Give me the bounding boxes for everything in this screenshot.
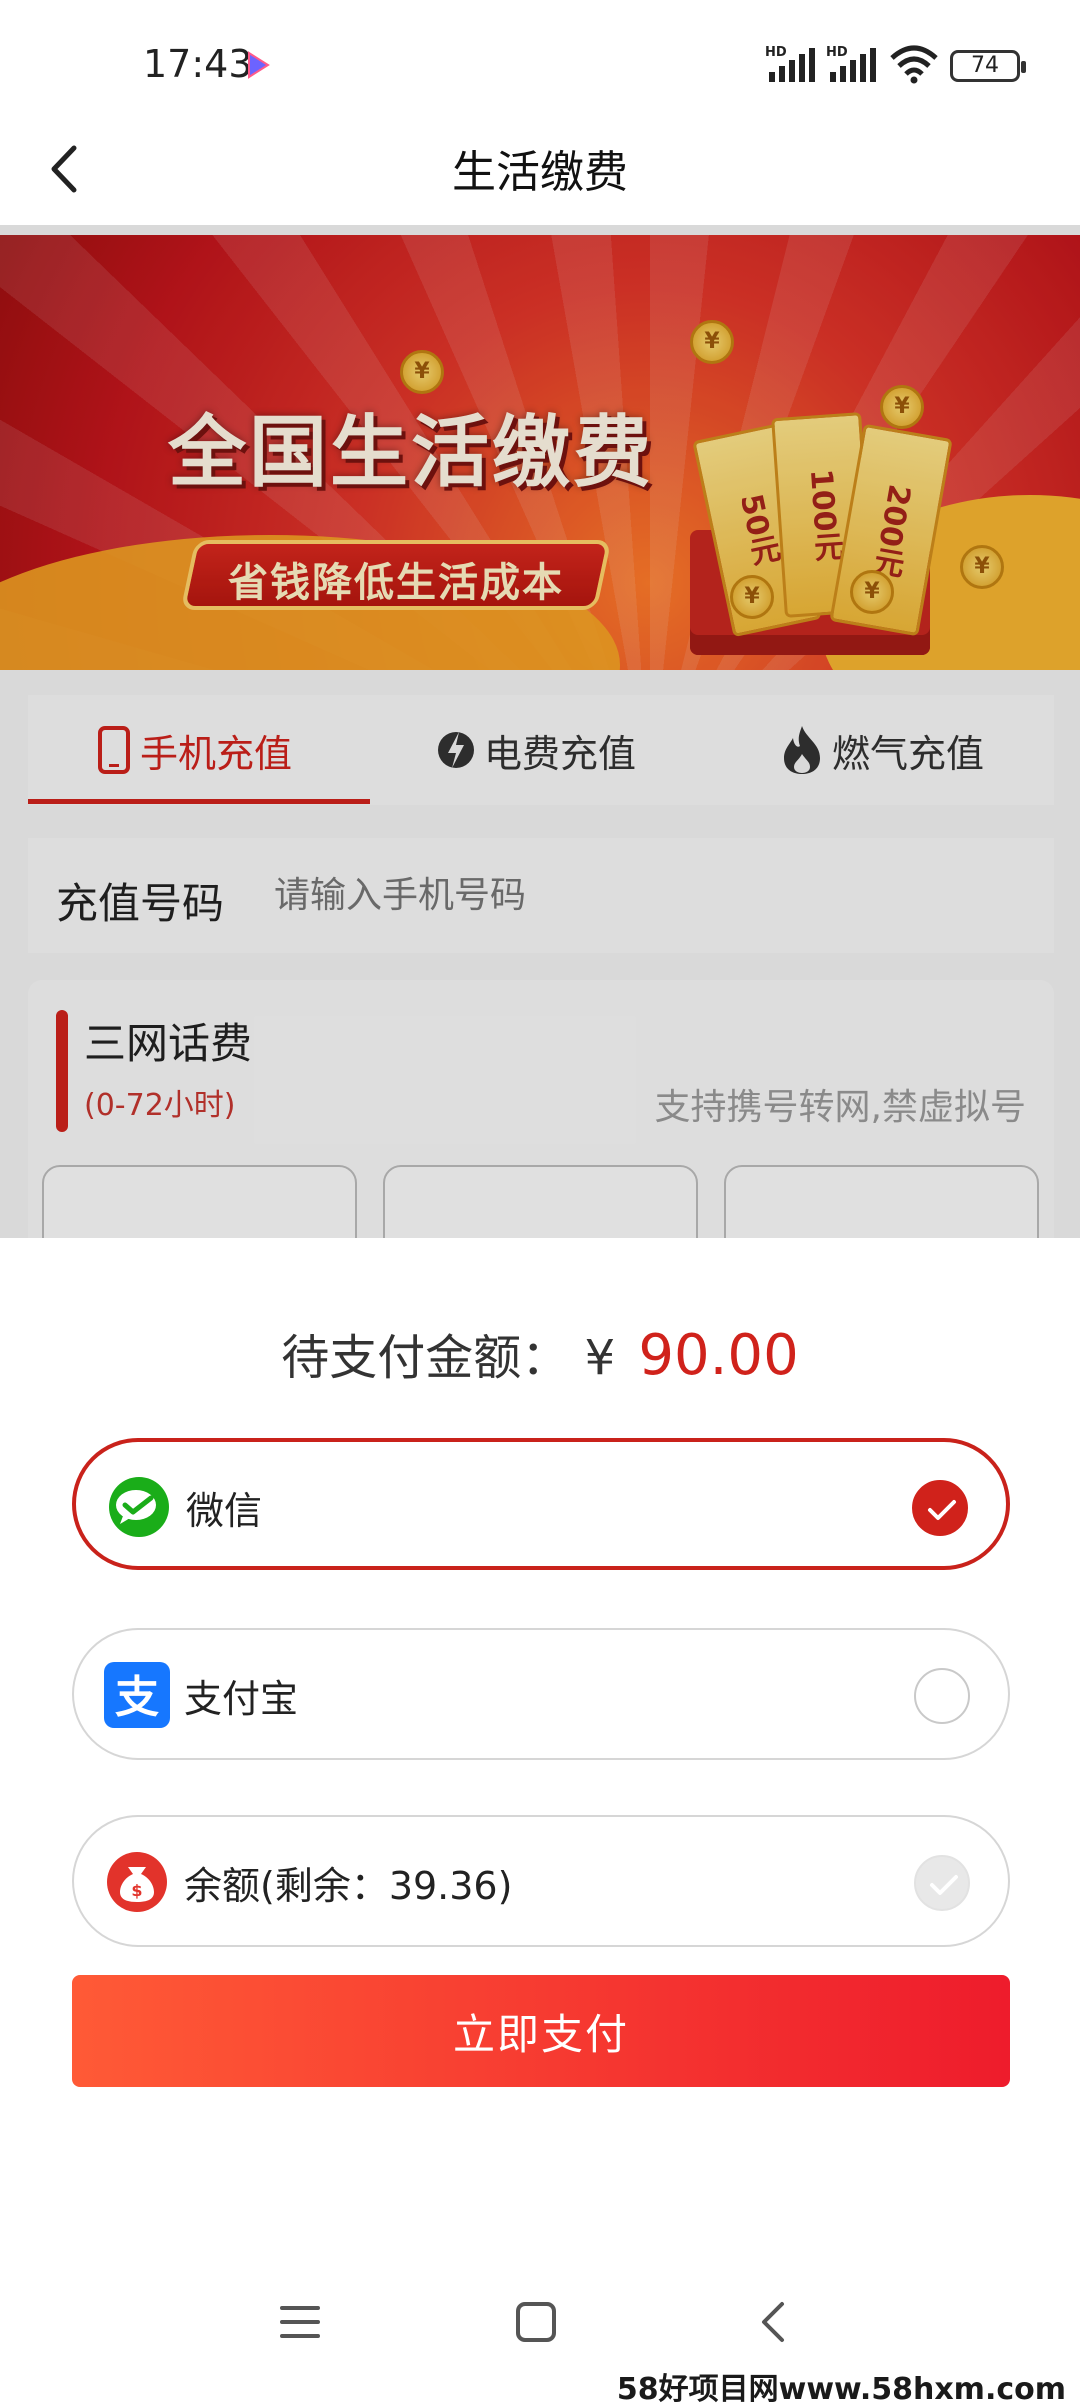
system-nav-bar	[0, 2290, 1080, 2370]
radio-disabled	[914, 1855, 970, 1911]
modal-backdrop[interactable]	[0, 225, 1080, 1238]
payment-method-name: 微信	[186, 1489, 263, 1533]
wifi-icon	[890, 45, 938, 84]
app-header: 生活缴费	[0, 110, 1080, 225]
svg-text:HD: HD	[826, 45, 848, 60]
radio-checked[interactable]	[912, 1480, 968, 1536]
svg-text:支: 支	[115, 1672, 159, 1723]
wechat-icon	[109, 1477, 169, 1537]
svg-text:HD: HD	[765, 45, 787, 60]
money-bag-icon: $	[107, 1852, 167, 1912]
status-time: 17:43	[143, 42, 253, 86]
pending-amount-label: 待支付金额：	[281, 1330, 570, 1386]
payment-method-name: 余额(剩余：39.36)	[184, 1864, 513, 1908]
payment-method-name: 支付宝	[184, 1677, 299, 1721]
radio-unchecked[interactable]	[914, 1668, 970, 1724]
check-icon	[928, 1500, 956, 1520]
battery-icon: 74	[950, 50, 1026, 82]
page-title: 生活缴费	[452, 147, 628, 198]
watermark: 58好项目网www.58hxm.com	[616, 2372, 1066, 2407]
home-icon[interactable]	[514, 2300, 558, 2344]
video-app-icon	[248, 51, 270, 79]
pending-amount: 待支付金额： ¥ 90.00	[0, 1318, 1080, 1388]
pending-amount-value: 90.00	[638, 1323, 799, 1388]
payment-sheet: 待支付金额： ¥ 90.00 微信 支 支付宝 $ 余额(剩余：39.36) 立…	[0, 1238, 1080, 2400]
back-icon[interactable]	[752, 2300, 796, 2344]
svg-text:$: $	[131, 1881, 142, 1900]
payment-method-balance[interactable]: $ 余额(剩余：39.36)	[72, 1815, 1010, 1947]
payment-method-wechat[interactable]: 微信	[72, 1438, 1010, 1570]
currency-symbol: ¥	[584, 1330, 616, 1386]
menu-icon[interactable]	[278, 2300, 322, 2344]
check-icon	[930, 1875, 958, 1895]
payment-method-alipay[interactable]: 支 支付宝	[72, 1628, 1010, 1760]
signal-icon: HD	[765, 45, 815, 82]
pay-now-button[interactable]: 立即支付	[72, 1975, 1010, 2087]
alipay-icon: 支	[104, 1662, 170, 1728]
signal-icon: HD	[826, 45, 876, 82]
